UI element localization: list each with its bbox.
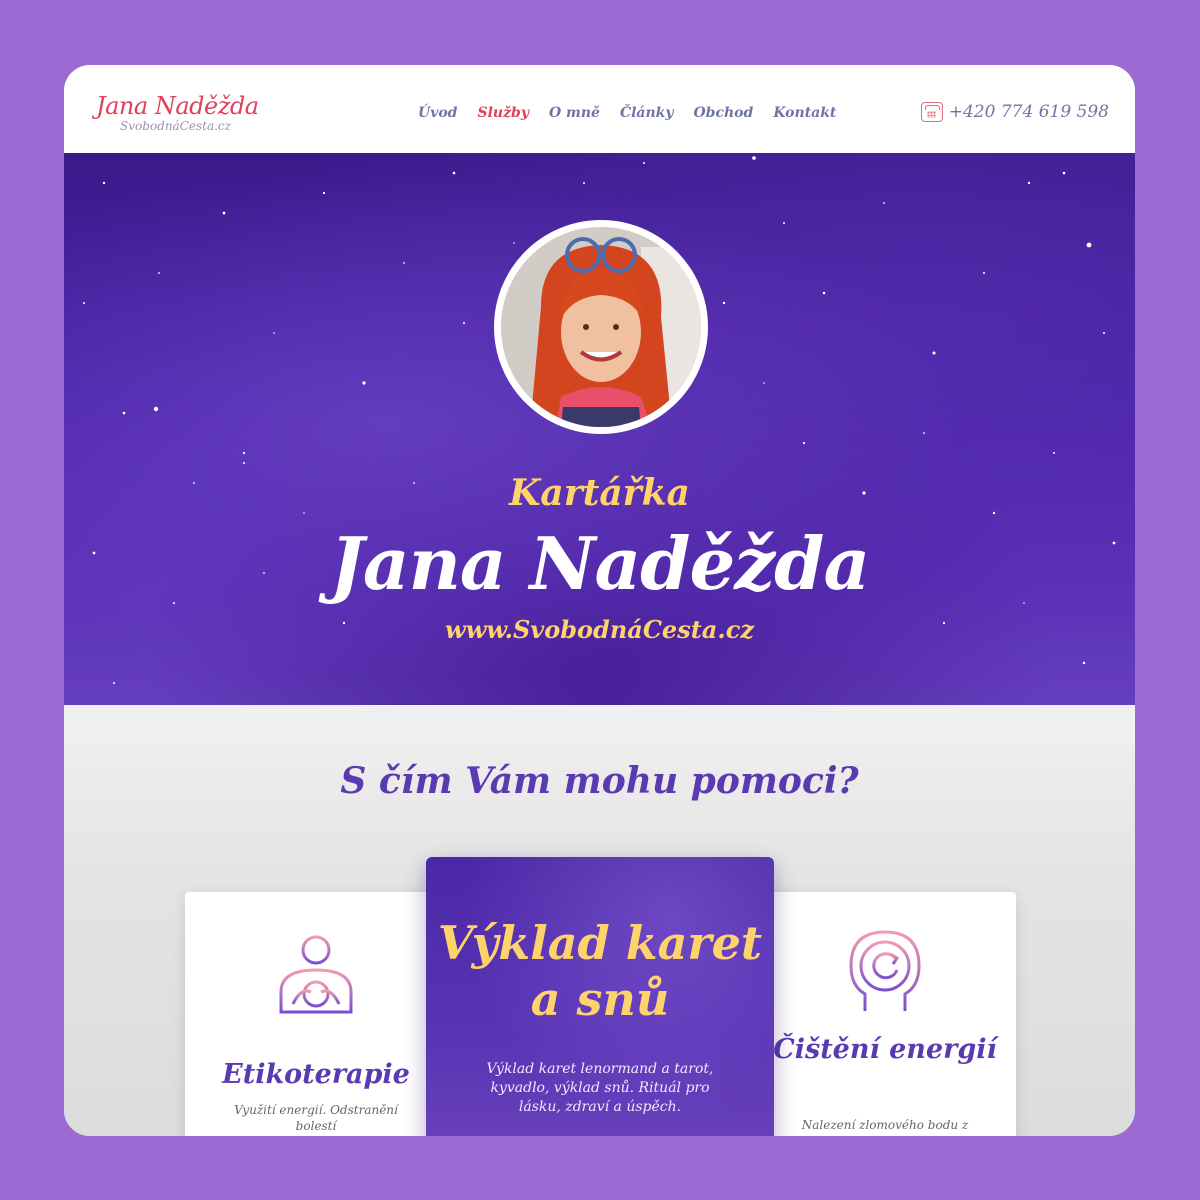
portrait-image (501, 227, 701, 427)
phone-icon (920, 102, 943, 122)
phone-number[interactable]: +420 774 619 598 (949, 102, 1109, 122)
hero-subtitle: Kartářka (509, 472, 690, 514)
site-header: Jana Naděžda SvobodnáCesta.cz Úvod Služb… (64, 65, 1135, 153)
logo-name: Jana Naděžda (96, 92, 259, 120)
card-title: Čištění energií (773, 1034, 997, 1065)
nav-item-obchod[interactable]: Obchod (693, 105, 753, 121)
person-holding-ball-icon (279, 935, 353, 1014)
logo[interactable]: Jana Naděžda SvobodnáCesta.cz (96, 93, 259, 133)
head-refresh-icon (849, 930, 921, 1011)
logo-subtitle: SvobodnáCesta.cz (120, 119, 231, 133)
nav-item-clanky[interactable]: Články (620, 105, 674, 121)
page-frame: Jana Naděžda SvobodnáCesta.cz Úvod Služb… (64, 65, 1135, 1136)
card-text: Výklad karet lenormand a tarot, kyvadlo,… (486, 1061, 714, 1115)
card-title: Etikoterapie (222, 1059, 410, 1090)
nav-item-uvod[interactable]: Úvod (418, 105, 457, 121)
card-text: Využití energií. Odstranění bolestí (234, 1103, 398, 1133)
card-text: Nalezení zlomového bodu z (801, 1118, 969, 1132)
nav-item-sluzby[interactable]: Služby (477, 105, 528, 121)
service-card-cisteni-energii[interactable]: Čištění energií Nalezení zlomového bodu … (754, 892, 1016, 1136)
card-title: Výklad karet a snů (437, 916, 763, 1026)
service-card-etikoterapie[interactable]: Etikoterapie Využití energií. Odstranění… (185, 892, 447, 1136)
nav-item-o-mne[interactable]: O mně (549, 105, 600, 121)
wave-divider (64, 705, 1135, 745)
phone-contact[interactable]: +420 774 619 598 (920, 102, 1109, 122)
hero-url[interactable]: www.SvobodnáCesta.cz (64, 615, 1135, 644)
nav-item-kontakt[interactable]: Kontakt (773, 105, 836, 121)
service-card-vyklad-karet[interactable]: Výklad karet a snů Výklad karet lenorman… (426, 857, 774, 1136)
hero-title: Jana Naděžda (329, 521, 870, 606)
hero-section: Kartářka Jana Naděžda www.SvobodnáCesta.… (64, 153, 1135, 753)
portrait-illustration (501, 227, 701, 427)
services-heading: S čím Vám mohu pomoci? (340, 760, 859, 802)
main-nav: Úvod Služby O mně Články Obchod Kontakt (418, 105, 836, 121)
portrait-photo (494, 220, 708, 434)
